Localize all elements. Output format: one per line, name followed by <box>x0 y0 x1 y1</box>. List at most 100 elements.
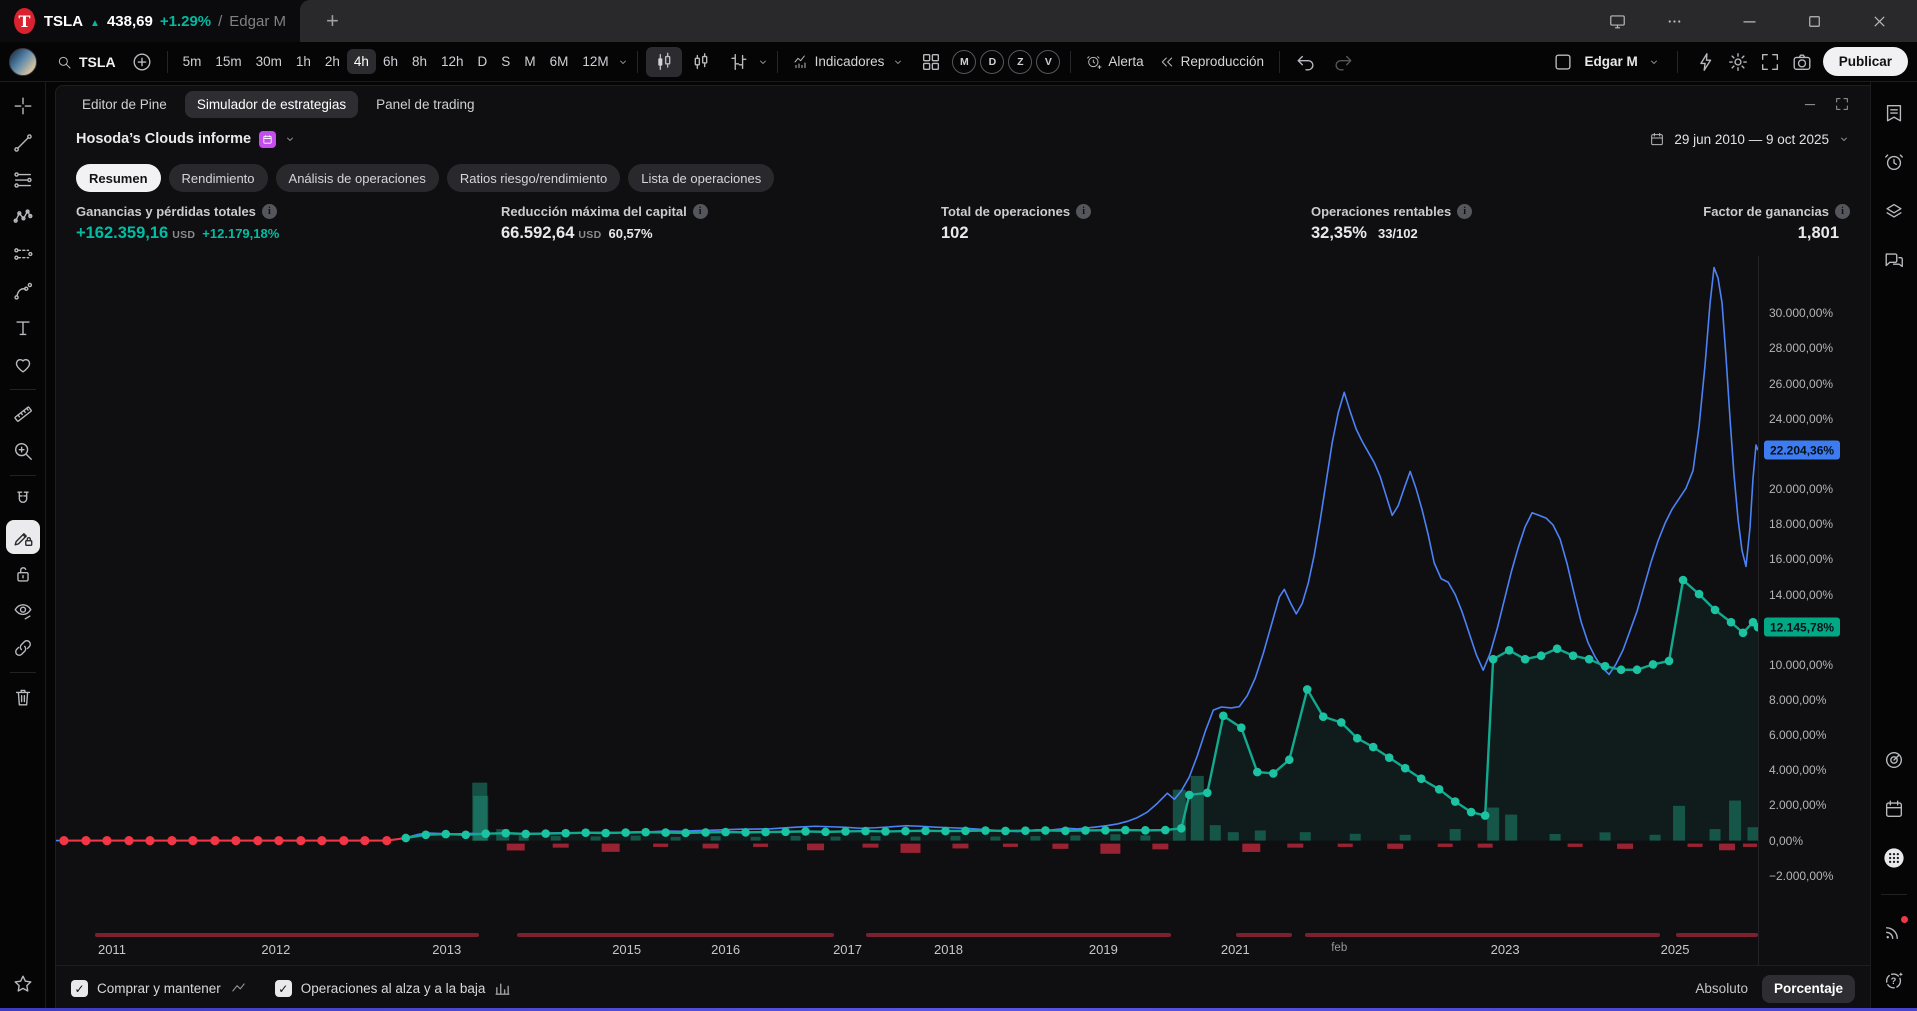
forecast-tool[interactable] <box>6 237 40 271</box>
fullscreen-icon[interactable] <box>1759 51 1781 73</box>
timeframe-button[interactable]: 8h <box>405 49 434 74</box>
arc-tool[interactable] <box>6 274 40 308</box>
info-icon[interactable]: i <box>1076 204 1091 219</box>
absolute-mode-button[interactable]: Absoluto <box>1695 981 1748 996</box>
report-subtab[interactable]: Análisis de operaciones <box>276 164 439 192</box>
compare-add-icon[interactable] <box>131 51 153 73</box>
alerts-icon[interactable] <box>1877 145 1911 179</box>
publish-button[interactable]: Publicar <box>1823 47 1908 76</box>
watchlist-icon[interactable] <box>1877 96 1911 130</box>
data-feed-icon[interactable] <box>1877 914 1911 948</box>
layout-letter-button[interactable]: D <box>980 50 1004 74</box>
panel-tab[interactable]: Editor de Pine <box>70 91 179 118</box>
checkbox-checked[interactable]: ✓ <box>275 980 292 997</box>
long-short-toggle[interactable]: ✓ Operaciones al alza y a la baja <box>275 980 512 997</box>
undo-button[interactable] <box>1288 47 1324 77</box>
indicators-chevron-down-icon[interactable] <box>892 56 904 68</box>
checkbox-checked[interactable]: ✓ <box>71 980 88 997</box>
report-subtab[interactable]: Ratios riesgo/rendimiento <box>447 164 620 192</box>
price-axis[interactable]: 30.000,00%28.000,00%26.000,00%24.000,00%… <box>1758 256 1870 929</box>
browser-tab[interactable]: T TSLA ▲ 438,69 +1.29% / Edgar M <box>0 0 300 42</box>
report-subtab[interactable]: Lista de operaciones <box>628 164 774 192</box>
chart-type-chevron-down-icon[interactable] <box>757 56 769 68</box>
layout-letter-button[interactable]: M <box>952 50 976 74</box>
time-axis[interactable]: 201120122013201520162017201820192021feb2… <box>56 929 1758 965</box>
camera-snapshot-icon[interactable] <box>1791 51 1813 73</box>
monitor-icon[interactable] <box>1608 12 1627 31</box>
panel-tab[interactable]: Simulador de estrategias <box>185 91 358 118</box>
panel-minimize-icon[interactable] <box>1802 96 1818 112</box>
buy-hold-toggle[interactable]: ✓ Comprar y mantener <box>71 980 247 997</box>
performance-chart[interactable] <box>56 256 1758 929</box>
timeframe-button[interactable]: 12M <box>575 49 615 74</box>
chart-type-bars-button[interactable] <box>720 47 756 77</box>
layout-name[interactable]: Edgar M <box>1584 54 1637 69</box>
window-maximize-button[interactable] <box>1805 12 1824 31</box>
zoom-in-tool[interactable] <box>6 434 40 468</box>
report-subtab[interactable]: Rendimiento <box>169 164 268 192</box>
info-icon[interactable]: i <box>1457 204 1472 219</box>
fib-retracement-tool[interactable] <box>6 163 40 197</box>
chat-icon[interactable] <box>1877 243 1911 277</box>
indicators-button[interactable]: Indicadores <box>786 50 892 74</box>
layout-letter-button[interactable]: Z <box>1008 50 1032 74</box>
redo-button[interactable] <box>1325 47 1361 77</box>
window-close-button[interactable] <box>1870 12 1889 31</box>
overflow-menu-icon[interactable] <box>1665 12 1684 31</box>
panel-expand-icon[interactable] <box>1834 96 1850 112</box>
alert-button[interactable]: Alerta <box>1079 50 1150 74</box>
link-tool[interactable] <box>6 631 40 665</box>
strategy-chevron-down-icon[interactable] <box>284 133 296 145</box>
lock-all-drawings-tool[interactable] <box>6 557 40 591</box>
info-icon[interactable]: i <box>262 204 277 219</box>
measure-tool[interactable] <box>6 397 40 431</box>
crosshair-tool[interactable] <box>6 89 40 123</box>
timeframe-button[interactable]: S <box>494 49 517 74</box>
timeframe-button[interactable]: 12h <box>434 49 471 74</box>
timeframe-button[interactable]: 15m <box>208 49 248 74</box>
drawing-lock-tool[interactable] <box>6 520 40 554</box>
hide-drawings-tool[interactable] <box>6 594 40 628</box>
magnet-tool[interactable] <box>6 483 40 517</box>
replay-button[interactable]: Reproducción <box>1152 50 1271 74</box>
info-icon[interactable]: i <box>693 204 708 219</box>
panel-tab[interactable]: Panel de trading <box>364 91 486 118</box>
layout-grid-icon[interactable] <box>913 47 949 77</box>
quick-actions-icon[interactable] <box>1695 51 1717 73</box>
emoji-tool[interactable] <box>6 348 40 382</box>
timeframe-button[interactable]: 30m <box>249 49 289 74</box>
window-minimize-button[interactable] <box>1740 12 1759 31</box>
timeframe-button[interactable]: 1h <box>289 49 318 74</box>
strategy-title[interactable]: Hosoda’s Clouds informe <box>76 131 251 147</box>
calendar-icon[interactable] <box>1877 792 1911 826</box>
apps-grid-icon[interactable] <box>1877 841 1911 875</box>
help-icon[interactable]: ? <box>1877 963 1911 997</box>
timeframe-button[interactable]: 6M <box>543 49 576 74</box>
date-range-picker[interactable]: 29 jun 2010 — 9 oct 2025 <box>1649 131 1850 147</box>
new-tab-button[interactable]: + <box>326 8 339 34</box>
timeframe-chevron-down-icon[interactable] <box>617 56 629 68</box>
timeframe-button[interactable]: 5m <box>176 49 209 74</box>
layout-letter-button[interactable]: V <box>1036 50 1060 74</box>
timeframe-button[interactable]: M <box>517 49 542 74</box>
timeframe-button[interactable]: 6h <box>376 49 405 74</box>
chart-type-candles-button[interactable] <box>646 47 682 77</box>
timeframe-button[interactable]: 2h <box>318 49 347 74</box>
timeframe-button[interactable]: 4h <box>347 49 376 74</box>
timeframe-button[interactable]: D <box>471 49 495 74</box>
user-avatar[interactable] <box>9 48 37 76</box>
layout-single-icon[interactable] <box>1552 51 1574 73</box>
deep-backtest-icon[interactable] <box>259 131 276 148</box>
text-tool[interactable] <box>6 311 40 345</box>
info-icon[interactable]: i <box>1835 204 1850 219</box>
symbol-search[interactable]: TSLA <box>48 50 124 74</box>
xabcd-pattern-tool[interactable] <box>6 200 40 234</box>
screener-icon[interactable] <box>1877 743 1911 777</box>
favorites-star-icon[interactable] <box>6 967 40 1001</box>
report-subtab[interactable]: Resumen <box>76 164 161 192</box>
object-tree-icon[interactable] <box>1877 194 1911 228</box>
percent-mode-button[interactable]: Porcentaje <box>1762 975 1855 1003</box>
chart-type-hollow-candles-button[interactable] <box>683 47 719 77</box>
remove-drawings-tool[interactable] <box>6 680 40 714</box>
trendline-tool[interactable] <box>6 126 40 160</box>
